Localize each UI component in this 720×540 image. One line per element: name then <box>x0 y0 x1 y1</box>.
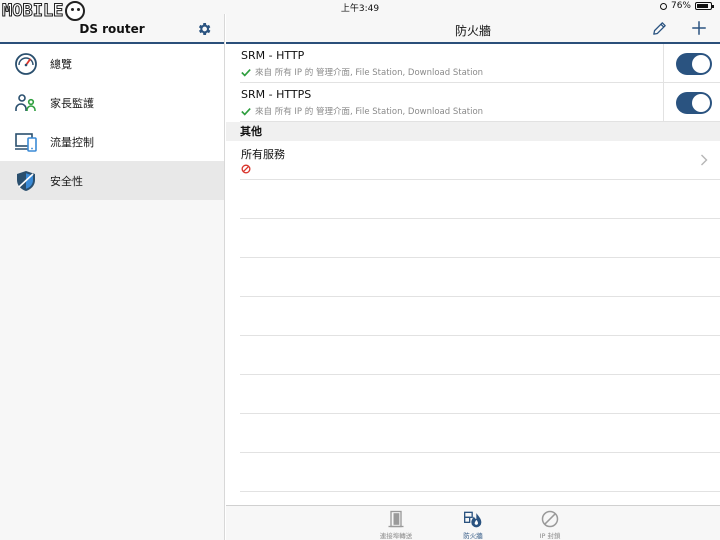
section-header: 其他 <box>226 122 720 141</box>
ip-block-icon <box>541 510 559 528</box>
toggle-cell <box>663 44 720 82</box>
sidebar-item-traffic-control[interactable]: 流量控制 <box>0 122 224 161</box>
empty-row <box>240 336 720 375</box>
rule-name: SRM - HTTPS <box>241 88 312 101</box>
toggle-knob <box>692 94 710 112</box>
tab-label: 防火牆 <box>463 532 483 540</box>
check-icon <box>241 107 251 116</box>
empty-row <box>240 258 720 297</box>
empty-row <box>240 453 720 492</box>
watermark-face-icon <box>65 1 86 21</box>
main-panel: 防火牆 SRM - HTTP 來自 所有 IP 的 管理介面, File Sta… <box>226 14 720 540</box>
gear-icon[interactable] <box>196 21 212 37</box>
firewall-rule-row[interactable]: SRM - HTTP 來自 所有 IP 的 管理介面, File Station… <box>240 44 720 83</box>
rule-enable-toggle[interactable] <box>676 92 712 114</box>
check-icon <box>241 68 251 77</box>
tab-label: IP 封鎖 <box>539 532 561 540</box>
tab-firewall[interactable]: 防火牆 <box>443 509 503 540</box>
rule-description-text: 來自 所有 IP 的 管理介面, File Station, Download … <box>255 107 484 117</box>
rule-enable-toggle[interactable] <box>676 53 712 75</box>
firewall-icon <box>464 511 482 528</box>
dashboard-icon <box>15 52 37 75</box>
empty-row <box>240 414 720 453</box>
sidebar-item-label: 家長監護 <box>50 96 94 110</box>
shield-icon <box>17 170 35 191</box>
sidebar-nav: 總覽 家長監護 流量控制 安全性 <box>0 44 224 200</box>
empty-row <box>240 297 720 336</box>
sidebar-item-label: 總覽 <box>50 57 72 71</box>
status-bar: 上午3:49 76% <box>0 0 720 14</box>
tab-bar: 連接埠轉送 防火牆 IP 封鎖 <box>226 505 720 540</box>
rule-description-text: 來自 所有 IP 的 管理介面, File Station, Download … <box>255 68 484 78</box>
empty-row <box>240 375 720 414</box>
service-row[interactable]: 所有服務 <box>240 141 720 180</box>
battery-percent: 76% <box>670 1 691 11</box>
tab-ip-block[interactable]: IP 封鎖 <box>520 509 580 540</box>
tab-port-forwarding[interactable]: 連接埠轉送 <box>366 509 426 540</box>
status-time: 上午3:49 <box>340 4 380 14</box>
edit-icon[interactable] <box>651 20 668 37</box>
rule-name: SRM - HTTP <box>241 49 305 62</box>
add-icon[interactable] <box>690 19 708 37</box>
sidebar-item-parental-control[interactable]: 家長監護 <box>0 83 224 122</box>
sidebar: DS router 總覽 家長監護 流量控制 安全性 <box>0 14 225 540</box>
sidebar-item-overview[interactable]: 總覽 <box>0 44 224 83</box>
watermark-logo: MOBILE <box>1 0 86 22</box>
toggle-cell <box>663 83 720 121</box>
block-icon <box>241 164 251 174</box>
sidebar-title: DS router <box>79 22 145 36</box>
empty-row <box>240 180 720 219</box>
sidebar-item-label: 安全性 <box>50 174 83 188</box>
page-title: 防火牆 <box>454 24 491 38</box>
firewall-rule-row[interactable]: SRM - HTTPS 來自 所有 IP 的 管理介面, File Statio… <box>240 83 720 122</box>
toggle-knob <box>692 55 710 73</box>
status-indicators: 76% <box>659 1 714 11</box>
port-forward-icon <box>388 510 404 528</box>
sidebar-item-security[interactable]: 安全性 <box>0 161 224 200</box>
empty-row <box>240 219 720 258</box>
sidebar-item-label: 流量控制 <box>50 135 94 149</box>
service-name: 所有服務 <box>241 148 285 161</box>
parental-control-icon <box>15 93 36 111</box>
main-header: 防火牆 <box>226 14 720 44</box>
rule-description: 來自 所有 IP 的 管理介面, File Station, Download … <box>241 66 483 78</box>
chevron-right-icon <box>701 154 708 166</box>
watermark-text: MOBILE <box>1 1 64 22</box>
battery-icon <box>695 2 714 10</box>
rule-description: 來自 所有 IP 的 管理介面, File Station, Download … <box>241 105 483 117</box>
tab-label: 連接埠轉送 <box>379 532 413 540</box>
alarm-icon <box>659 2 667 10</box>
traffic-control-icon <box>15 132 37 152</box>
